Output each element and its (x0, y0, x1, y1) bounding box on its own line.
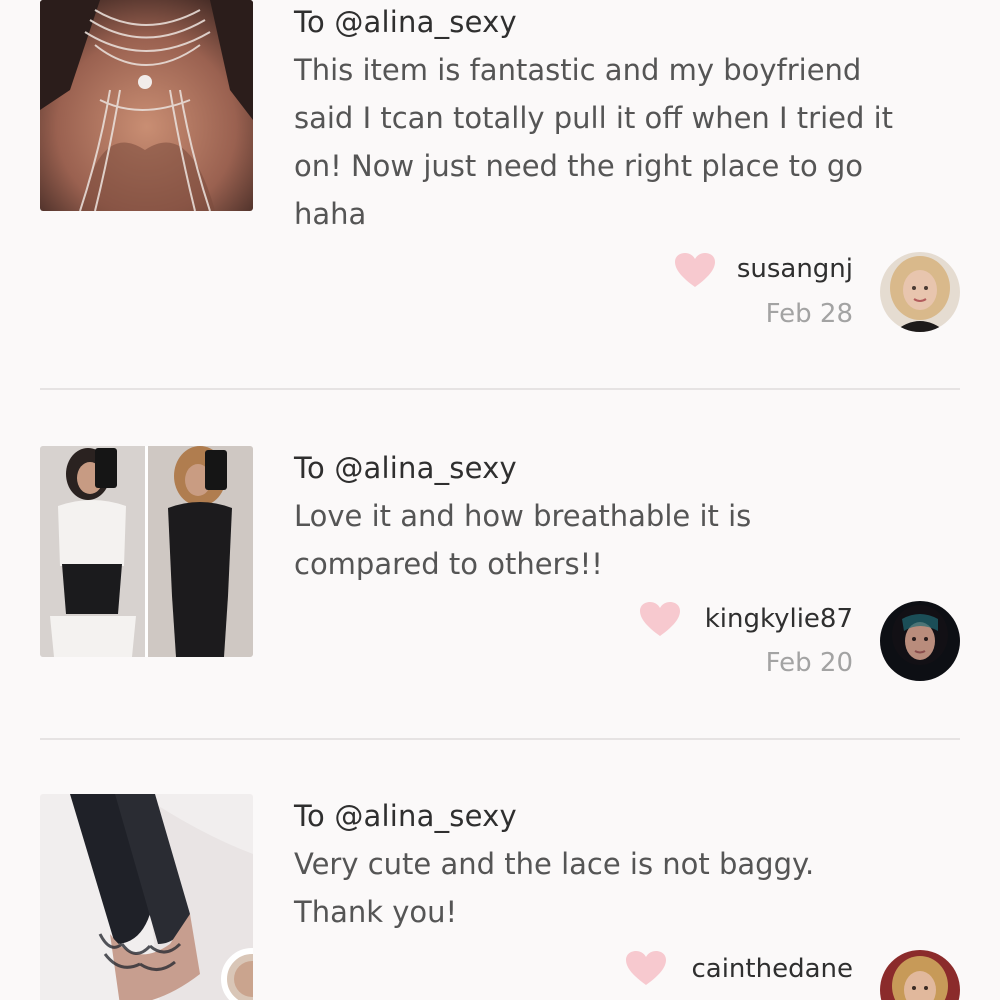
user-avatar[interactable] (880, 252, 960, 332)
user-avatar[interactable] (880, 950, 960, 1000)
user-avatar-blonde-2 (880, 950, 960, 1000)
review-text-line: on! Now just need the right place to go (294, 149, 864, 183)
review-text-line: haha (294, 197, 367, 231)
review-date: Feb 28 (765, 299, 853, 329)
review-photo[interactable] (40, 794, 253, 1000)
user-avatar[interactable] (880, 601, 960, 681)
review-text-line: Very cute and the lace is not baggy. (294, 847, 815, 881)
reviewer-username[interactable]: susangnj (737, 252, 853, 286)
divider (40, 388, 960, 390)
review-photo[interactable] (40, 0, 253, 211)
divider (40, 738, 960, 740)
heart-icon[interactable] (626, 951, 666, 987)
review-text: Love it and how breathable it is compare… (294, 492, 974, 588)
review-card: To @alina_sexy This item is fantastic an… (0, 0, 1000, 390)
reviewer-username[interactable]: cainthedane (691, 952, 853, 986)
lace-stockings-photo (40, 794, 253, 1000)
body-chain-jewelry-photo (40, 0, 253, 211)
review-recipient[interactable]: To @alina_sexy (294, 796, 517, 836)
review-text-line: Love it and how breathable it is (294, 499, 752, 533)
review-text-line: said I tcan totally pull it off when I t… (294, 101, 894, 135)
reviews-feed: To @alina_sexy This item is fantastic an… (0, 0, 1000, 1000)
heart-icon[interactable] (640, 602, 680, 638)
review-text-line: This item is fantastic and my boyfriend (294, 53, 862, 87)
review-recipient[interactable]: To @alina_sexy (294, 2, 517, 42)
user-avatar-dark-hair (880, 601, 960, 681)
waist-trainer-mirror-selfie-photo (40, 446, 253, 657)
heart-icon[interactable] (675, 253, 715, 289)
user-avatar-blonde (880, 252, 960, 332)
review-text: Very cute and the lace is not baggy. Tha… (294, 840, 974, 936)
review-text-line: Thank you! (294, 895, 458, 929)
review-card: To @alina_sexy Very cute and the lace is… (0, 794, 1000, 1000)
review-card: To @alina_sexy Love it and how breathabl… (0, 446, 1000, 738)
review-recipient[interactable]: To @alina_sexy (294, 448, 517, 488)
review-photo[interactable] (40, 446, 253, 657)
review-text-line: compared to others!! (294, 547, 603, 581)
review-text: This item is fantastic and my boyfriend … (294, 46, 974, 238)
review-date: Feb 20 (765, 648, 853, 678)
reviewer-username[interactable]: kingkylie87 (705, 602, 853, 636)
